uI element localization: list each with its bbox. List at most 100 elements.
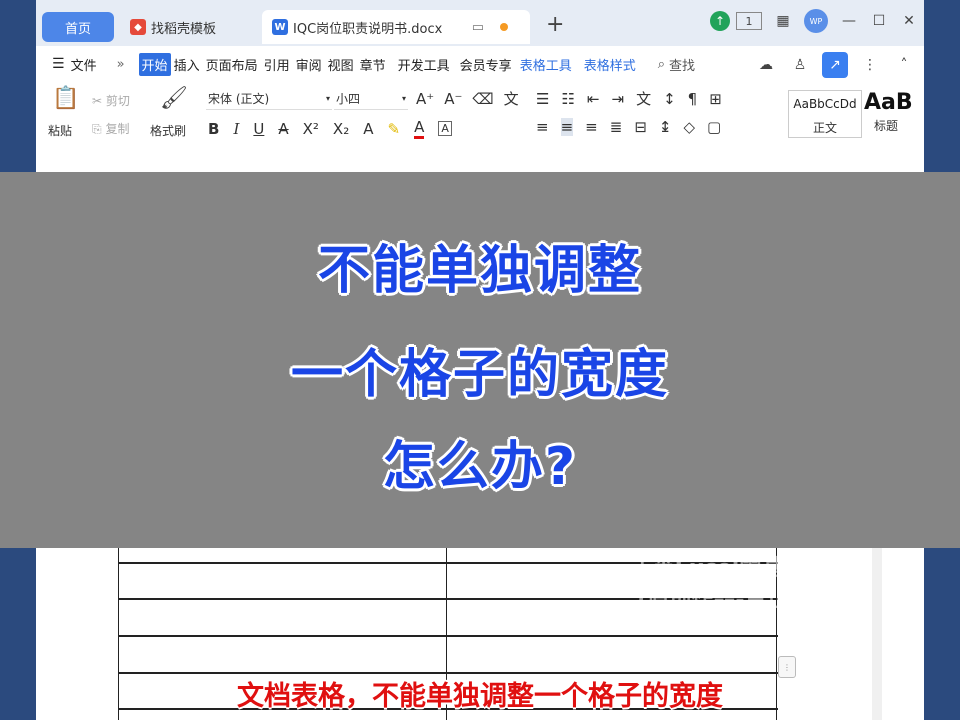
align-right-icon[interactable]: ≡ (585, 118, 598, 136)
tab-developer[interactable]: 开发工具 (398, 55, 450, 74)
text-effect-icon[interactable]: A (363, 120, 373, 138)
format-painter-button[interactable]: 格式刷 (150, 122, 186, 139)
style-normal-preview: AaBbCcDd (793, 97, 857, 111)
file-menu[interactable]: ☰ 文件 (52, 55, 97, 74)
numbered-list-icon[interactable]: ☷ (561, 90, 574, 108)
search-icon: ⌕ (657, 56, 665, 72)
font-name-select[interactable]: 宋体 (正文) ▾ (206, 88, 332, 110)
align-center-icon[interactable]: ≡ (560, 118, 574, 136)
title-bar: 首页 ◆ 找稻壳模板 W IQC岗位职责说明书.docx ▭ + ↑ 1 ▦ W… (36, 0, 924, 46)
menu-bar: ☰ 文件 » 开始 插入 页面布局 引用 审阅 视图 章节 开发工具 会员专享 … (36, 46, 924, 82)
chevron-down-icon: ▾ (325, 94, 330, 103)
paragraph-tools-row2: ≡ ≡ ≡ ≣ ⊟ ↨ ◇ ▢ (536, 118, 721, 136)
align-left-icon[interactable]: ≡ (536, 118, 549, 136)
shading-icon[interactable]: ◇ (683, 118, 695, 136)
tab-table-style[interactable]: 表格样式 (584, 55, 636, 74)
chinese-layout-icon[interactable]: 文 (636, 88, 651, 109)
font-style-tools: B I U A X² X₂ A ✎ A A (208, 118, 452, 139)
window-controls: ↑ 1 ▦ WP — ☐ ✕ (704, 8, 924, 34)
font-size-tools: A⁺ A⁻ ⌫ 文 (416, 88, 519, 109)
docer-icon: ◆ (130, 19, 146, 35)
format-painter-icon[interactable]: 🖌 (160, 86, 188, 111)
watermark-line-2: (原创作品-禁止搬运) (637, 588, 843, 613)
banner-line-3: 怎么办? (382, 437, 578, 497)
style-normal[interactable]: AaBbCcDd 正文 (788, 90, 862, 138)
tab-start[interactable]: 开始 (138, 52, 171, 76)
ruler-icon[interactable]: ⊞ (709, 90, 722, 108)
collapse-ribbon-icon[interactable]: ˄ (892, 53, 916, 77)
cut-button[interactable]: ✂ 剪切 (92, 92, 130, 109)
paste-icon[interactable]: 📋 (52, 86, 79, 111)
tab-view[interactable]: 视图 (328, 55, 354, 74)
file-menu-label: 文件 (70, 58, 97, 74)
style-heading-label: 标题 (874, 119, 899, 133)
superscript-icon[interactable]: X² (303, 120, 319, 138)
share-icon[interactable]: ↗ (822, 52, 848, 78)
tab-review[interactable]: 审阅 (296, 55, 322, 74)
ribbon-toolbar: 📋 粘贴 ✂ 剪切 ⎘ 复制 🖌 格式刷 宋体 (正文) ▾ 小四 ▾ A⁺ A… (36, 82, 924, 172)
highlight-icon[interactable]: ✎ (387, 120, 400, 138)
font-size-select[interactable]: 小四 ▾ (334, 88, 408, 110)
tab-template-label: 找稻壳模板 (151, 21, 217, 37)
paste-button[interactable]: 粘贴 (48, 122, 72, 139)
minimize-button[interactable]: — (834, 8, 864, 34)
tab-table-tools[interactable]: 表格工具 (520, 55, 572, 74)
line-spacing-icon[interactable]: ↨ (659, 118, 672, 136)
tab-home-label: 首页 (64, 21, 91, 37)
page-view-button[interactable]: 1 (736, 12, 762, 30)
grow-font-icon[interactable]: A⁺ (416, 90, 434, 108)
font-size-value: 小四 (336, 92, 361, 106)
tab-references[interactable]: 引用 (264, 55, 290, 74)
tab-template[interactable]: ◆ 找稻壳模板 (122, 10, 272, 44)
maximize-button[interactable]: ☐ (864, 8, 894, 34)
cloud-icon[interactable]: ☁ (754, 53, 778, 77)
style-heading[interactable]: AaB 标题 (864, 90, 924, 138)
sync-up-icon[interactable]: ↑ (710, 11, 730, 31)
new-tab-button[interactable]: + (546, 12, 564, 37)
decrease-indent-icon[interactable]: ⇤ (587, 90, 600, 108)
close-button[interactable]: ✕ (894, 8, 924, 34)
phonetic-icon[interactable]: 文 (504, 88, 519, 109)
search-box[interactable]: ⌕ 查找 (658, 55, 695, 74)
shrink-font-icon[interactable]: A⁻ (444, 90, 462, 108)
word-doc-icon: W (272, 19, 288, 35)
justify-icon[interactable]: ≣ (610, 118, 623, 136)
paragraph-tools-row1: ☰ ☷ ⇤ ⇥ 文 ↕ ¶ ⊞ (536, 88, 722, 109)
cut-label: 剪切 (105, 94, 130, 108)
underline-icon[interactable]: U (253, 120, 264, 138)
border-icon[interactable]: ▢ (707, 118, 721, 136)
bold-icon[interactable]: B (208, 120, 219, 138)
strikethrough-icon[interactable]: A (278, 120, 288, 138)
user-icon[interactable]: ♙ (788, 53, 812, 77)
banner-line-2: 一个格子的宽度 (290, 345, 669, 405)
tab-document[interactable]: W IQC岗位职责说明书.docx ▭ (262, 10, 530, 44)
show-marks-icon[interactable]: ¶ (688, 90, 698, 108)
tab-section[interactable]: 章节 (360, 55, 386, 74)
tab-insert[interactable]: 插入 (174, 55, 200, 74)
title-banner: 不能单独调整 一个格子的宽度 怎么办? (0, 172, 960, 548)
more-icon[interactable]: ⋮ (858, 53, 882, 77)
avatar[interactable]: WP (804, 9, 828, 33)
clear-format-icon[interactable]: ⌫ (472, 90, 493, 108)
italic-icon[interactable]: I (233, 120, 239, 138)
grid-icon[interactable]: ▦ (768, 8, 798, 34)
tab-home[interactable]: 首页 (42, 12, 114, 42)
bullet-list-icon[interactable]: ☰ (536, 90, 549, 108)
monitor-icon[interactable]: ▭ (472, 20, 484, 35)
distributed-icon[interactable]: ⊟ (634, 118, 647, 136)
sort-icon[interactable]: ↕ (663, 90, 676, 108)
char-border-icon[interactable]: A (438, 121, 452, 136)
font-color-icon[interactable]: A (414, 118, 425, 139)
tab-page-layout[interactable]: 页面布局 (206, 55, 258, 74)
style-normal-label: 正文 (812, 121, 837, 135)
tab-member[interactable]: 会员专享 (460, 55, 512, 74)
double-chevron-icon[interactable]: » (117, 57, 125, 72)
chevron-down-icon: ▾ (401, 94, 406, 103)
watermark-line-1: 丁当Excel零基础教学 (630, 556, 850, 581)
subscript-icon[interactable]: X₂ (333, 120, 349, 138)
table-row-line (118, 635, 778, 637)
video-caption: 文档表格，不能单独调整一个格子的宽度 (237, 681, 723, 712)
increase-indent-icon[interactable]: ⇥ (611, 90, 624, 108)
hamburger-icon: ☰ (52, 56, 65, 72)
copy-button[interactable]: ⎘ 复制 (92, 120, 129, 137)
